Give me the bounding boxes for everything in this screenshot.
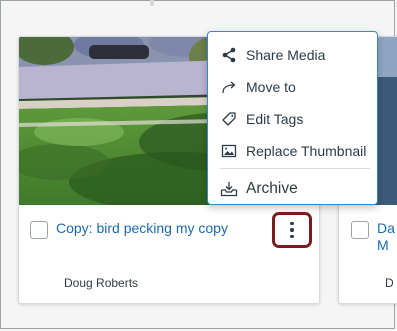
more-options-button[interactable] <box>272 212 312 248</box>
media-title-link-partial-line2[interactable]: M <box>377 237 389 254</box>
menu-item-label: Share Media <box>246 47 326 63</box>
media-title-link[interactable]: Copy: bird pecking my copy <box>56 220 228 237</box>
kebab-icon <box>290 221 294 239</box>
move-arrow-icon <box>220 78 238 96</box>
menu-item-archive[interactable]: Archive <box>208 174 377 204</box>
media-options-menu: Share Media Move to Edit Tags Replace Th… <box>207 31 378 205</box>
select-checkbox-partial[interactable] <box>351 221 369 239</box>
menu-item-move-to[interactable]: Move to <box>208 72 377 102</box>
media-owner-partial: D <box>385 276 394 290</box>
divider-tab <box>150 0 154 6</box>
archive-icon <box>220 180 238 198</box>
media-title-link-partial[interactable]: Da <box>377 220 395 237</box>
menu-item-label: Edit Tags <box>246 111 304 127</box>
menu-item-label: Replace Thumbnail <box>246 143 367 159</box>
menu-item-label: Archive <box>246 180 298 197</box>
share-icon <box>220 46 238 64</box>
menu-item-share-media[interactable]: Share Media <box>208 40 377 70</box>
menu-item-label: Move to <box>246 79 296 95</box>
select-checkbox[interactable] <box>30 221 48 239</box>
media-owner: Doug Roberts <box>64 276 139 290</box>
menu-item-edit-tags[interactable]: Edit Tags <box>208 104 377 134</box>
menu-item-replace-thumbnail[interactable]: Replace Thumbnail <box>208 136 377 166</box>
image-icon <box>220 142 238 160</box>
menu-separator <box>220 168 370 169</box>
tag-icon <box>220 110 238 128</box>
